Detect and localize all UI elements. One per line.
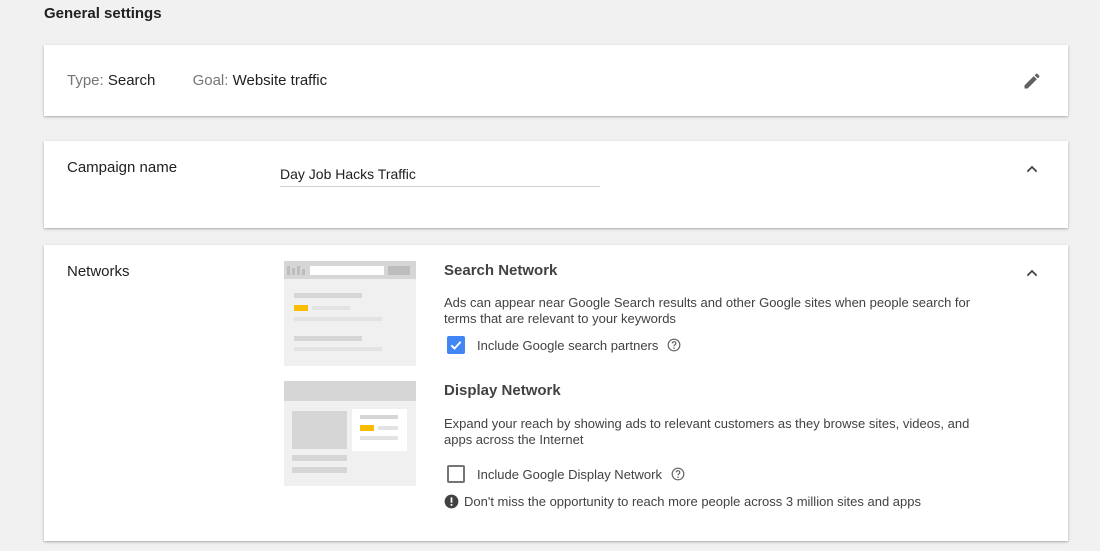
campaign-type-card: Type: Search Goal: Website traffic [44,45,1068,116]
campaign-name-input[interactable] [280,161,600,187]
search-partners-label: Include Google search partners [477,337,659,353]
chevron-up-icon[interactable] [1024,265,1040,281]
help-icon[interactable] [667,338,681,352]
display-network-label: Include Google Display Network [477,466,662,482]
warning-text: Don't miss the opportunity to reach more… [464,494,921,509]
help-icon[interactable] [671,467,685,481]
search-network-title: Search Network [444,262,558,279]
edit-icon[interactable] [1022,71,1042,91]
display-network-title: Display Network [444,382,561,399]
display-network-warning: Don't miss the opportunity to reach more… [444,494,921,509]
display-network-illustration [284,381,416,486]
search-network-description: Ads can appear near Google Search result… [444,295,971,326]
networks-label: Networks [67,263,130,280]
display-network-description: Expand your reach by showing ads to rele… [444,416,970,447]
type-label: Type: [67,72,104,89]
campaign-name-label: Campaign name [67,159,178,176]
networks-card: Networks Search Network Ads can appear n… [44,245,1068,541]
chevron-up-icon[interactable] [1024,161,1040,177]
checkmark-icon [450,341,462,350]
goal-value: Website traffic [232,72,328,89]
section-title: General settings [44,5,162,22]
display-network-checkbox[interactable] [447,465,465,483]
display-network-row: Include Google Display Network [447,465,685,483]
type-goal-row: Type: Search Goal: Website traffic [67,72,327,89]
search-network-illustration [284,261,416,366]
search-partners-row: Include Google search partners [447,336,681,354]
goal-label: Goal: [192,72,229,89]
warning-icon [444,494,459,509]
type-value: Search [107,72,156,89]
campaign-name-card: Campaign name [44,141,1068,228]
search-partners-checkbox[interactable] [447,336,465,354]
